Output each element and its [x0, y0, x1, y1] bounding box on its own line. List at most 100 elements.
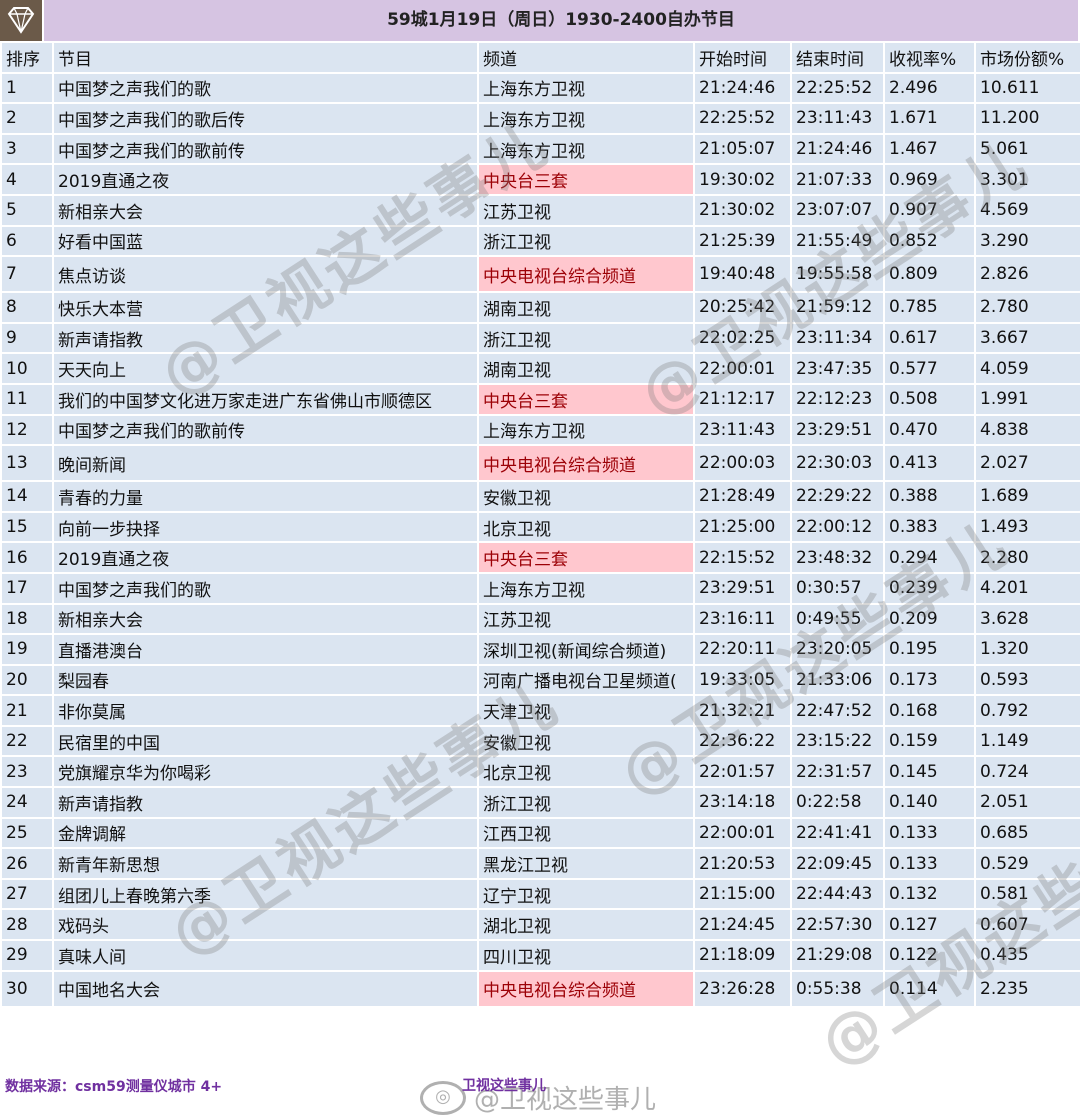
table-row: 6 好看中国蓝 浙江卫视 21:25:39 21:55:49 0.852 3.290 — [0, 224, 1080, 258]
rank-cell: 26 — [0, 847, 54, 880]
channel-cell: 上海东方卫视 — [477, 413, 695, 447]
program-cell: 新声请指教 — [52, 786, 479, 819]
start-time-cell: 21:30:02 — [693, 193, 792, 227]
table-row: 16 2019直通之夜 中央台三套 22:15:52 23:48:32 0.294 2.28… — [0, 541, 1080, 574]
start-time-cell: 22:36:22 — [693, 724, 792, 758]
rating-cell: 0.195 — [883, 633, 976, 666]
program-cell: 新相亲大会 — [52, 193, 479, 227]
program-cell: 新声请指教 — [52, 321, 479, 355]
table-row: 15 向前一步抉择 北京卫视 21:25:00 22:00:12 0.383 1.493 — [0, 510, 1080, 544]
channel-cell: 湖南卫视 — [477, 352, 695, 385]
program-cell: 民宿里的中国 — [52, 724, 479, 758]
channel-cell: 四川卫视 — [477, 939, 695, 972]
rating-cell: 0.907 — [883, 193, 976, 227]
share-cell: 2.235 — [974, 969, 1080, 1008]
table-row: 29 真味人间 四川卫视 21:18:09 21:29:08 0.122 0.435 — [0, 939, 1080, 972]
share-cell: 3.667 — [974, 321, 1080, 355]
end-time-cell: 21:29:08 — [790, 939, 885, 972]
end-time-cell: 22:25:52 — [790, 71, 885, 105]
rank-cell: 18 — [0, 602, 54, 636]
program-cell: 非你莫属 — [52, 694, 479, 727]
rating-cell: 0.122 — [883, 939, 976, 972]
table-row: 26 新青年新思想 黑龙江卫视 21:20:53 22:09:45 0.133 0.529 — [0, 847, 1080, 880]
end-time-cell: 21:59:12 — [790, 291, 885, 324]
share-cell: 1.991 — [974, 382, 1080, 416]
table-row: 13 晚间新闻 中央电视台综合频道 22:00:03 22:30:03 0.413 2.02… — [0, 444, 1080, 483]
end-time-cell: 21:07:33 — [790, 163, 885, 196]
end-time-cell: 23:11:34 — [790, 321, 885, 355]
rank-cell: 14 — [0, 480, 54, 513]
program-cell: 党旗耀京华为你喝彩 — [52, 755, 479, 789]
rating-cell: 0.617 — [883, 321, 976, 355]
start-time-cell: 21:28:49 — [693, 480, 792, 513]
rank-cell: 25 — [0, 816, 54, 850]
end-time-cell: 22:41:41 — [790, 816, 885, 850]
rating-cell: 0.145 — [883, 755, 976, 789]
table-row: 18 新相亲大会 江苏卫视 23:16:11 0:49:55 0.209 3.628 — [0, 602, 1080, 636]
table-row: 27 组团儿上春晚第六季 辽宁卫视 21:15:00 22:44:43 0.132 0.58… — [0, 877, 1080, 911]
channel-cell: 辽宁卫视 — [477, 877, 695, 911]
share-cell: 0.685 — [974, 816, 1080, 850]
start-time-cell: 21:12:17 — [693, 382, 792, 416]
channel-cell: 湖北卫视 — [477, 908, 695, 942]
end-time-cell: 21:33:06 — [790, 663, 885, 697]
channel-cell: 黑龙江卫视 — [477, 847, 695, 880]
rating-cell: 0.173 — [883, 663, 976, 697]
end-time-cell: 22:12:23 — [790, 382, 885, 416]
rating-cell: 0.508 — [883, 382, 976, 416]
start-time-cell: 23:16:11 — [693, 602, 792, 636]
start-time-cell: 21:24:45 — [693, 908, 792, 942]
share-cell: 0.529 — [974, 847, 1080, 880]
program-cell: 天天向上 — [52, 352, 479, 385]
program-cell: 中国梦之声我们的歌后传 — [52, 102, 479, 135]
channel-cell: 浙江卫视 — [477, 321, 695, 355]
rating-cell: 0.785 — [883, 291, 976, 324]
rank-cell: 13 — [0, 444, 54, 483]
title-bar: 59城1月19日（周日）1930-2400自办节目 — [0, 0, 1080, 41]
program-cell: 中国梦之声我们的歌前传 — [52, 132, 479, 166]
end-time-cell: 23:48:32 — [790, 541, 885, 574]
share-cell: 0.607 — [974, 908, 1080, 942]
end-time-cell: 22:57:30 — [790, 908, 885, 942]
rating-cell: 1.671 — [883, 102, 976, 135]
start-time-cell: 23:26:28 — [693, 969, 792, 1008]
program-cell: 梨园春 — [52, 663, 479, 697]
table-row: 23 党旗耀京华为你喝彩 北京卫视 22:01:57 22:31:57 0.145 0.72… — [0, 755, 1080, 789]
table-row: 25 金牌调解 江西卫视 22:00:01 22:41:41 0.133 0.685 — [0, 816, 1080, 850]
channel-cell: 河南广播电视台卫星频道( — [477, 663, 695, 697]
rating-cell: 0.159 — [883, 724, 976, 758]
table-row: 28 戏码头 湖北卫视 21:24:45 22:57:30 0.127 0.607 — [0, 908, 1080, 942]
channel-cell: 中央电视台综合频道 — [477, 444, 695, 483]
share-cell: 0.792 — [974, 694, 1080, 727]
program-cell: 焦点访谈 — [52, 255, 479, 294]
table-row: 21 非你莫属 天津卫视 21:32:21 22:47:52 0.168 0.792 — [0, 694, 1080, 727]
rating-cell: 0.852 — [883, 224, 976, 258]
program-cell: 新相亲大会 — [52, 602, 479, 636]
program-cell: 金牌调解 — [52, 816, 479, 850]
ratings-table: 排序 节目 频道 开始时间 结束时间 收视率% 市场份额% 1 中国梦之声我们的歌 上海东方卫视… — [0, 41, 1080, 1008]
end-time-cell: 22:00:12 — [790, 510, 885, 544]
share-cell: 3.301 — [974, 163, 1080, 196]
end-time-cell: 22:31:57 — [790, 755, 885, 789]
share-cell: 10.611 — [974, 71, 1080, 105]
channel-cell: 深圳卫视(新闻综合频道) — [477, 633, 695, 666]
share-cell: 4.569 — [974, 193, 1080, 227]
program-cell: 中国梦之声我们的歌 — [52, 71, 479, 105]
channel-cell: 上海东方卫视 — [477, 102, 695, 135]
share-cell: 2.280 — [974, 541, 1080, 574]
channel-cell: 北京卫视 — [477, 755, 695, 789]
table-row: 4 2019直通之夜 中央台三套 19:30:02 21:07:33 0.969 3.301 — [0, 163, 1080, 196]
start-time-cell: 21:05:07 — [693, 132, 792, 166]
channel-cell: 北京卫视 — [477, 510, 695, 544]
program-cell: 中国梦之声我们的歌 — [52, 571, 479, 605]
rank-cell: 21 — [0, 694, 54, 727]
end-time-cell: 23:07:07 — [790, 193, 885, 227]
share-cell: 11.200 — [974, 102, 1080, 135]
program-cell: 向前一步抉择 — [52, 510, 479, 544]
share-cell: 4.201 — [974, 571, 1080, 605]
rank-cell: 4 — [0, 163, 54, 196]
channel-cell: 上海东方卫视 — [477, 71, 695, 105]
end-time-cell: 21:55:49 — [790, 224, 885, 258]
share-cell: 0.435 — [974, 939, 1080, 972]
rank-cell: 15 — [0, 510, 54, 544]
